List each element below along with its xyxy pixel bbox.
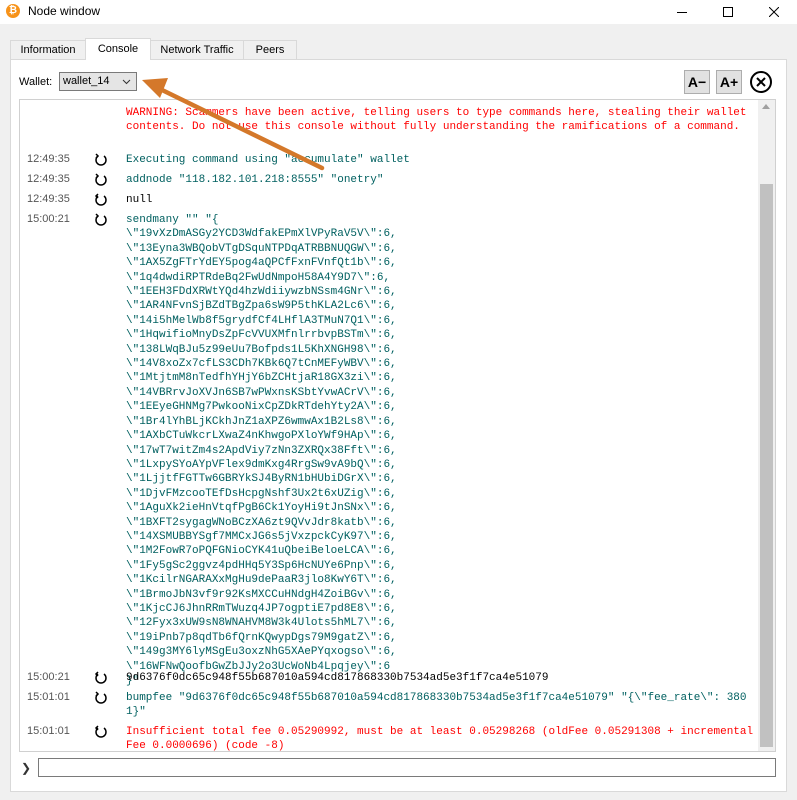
title-bar: ₿ Node window <box>0 0 797 24</box>
console-scrollbar[interactable] <box>758 100 775 751</box>
window-title: Node window <box>28 4 101 18</box>
tab-network-traffic[interactable]: Network Traffic <box>150 40 244 60</box>
entry-timestamp: 12:49:35 <box>27 153 70 165</box>
entry-text: Executing command using "accumulate" wal… <box>126 154 410 166</box>
command-arrow-icon <box>95 213 107 226</box>
font-increase-button[interactable]: A+ <box>716 70 742 94</box>
entry-timestamp: 12:49:35 <box>27 193 70 205</box>
maximize-icon <box>723 7 733 17</box>
wallet-selector[interactable]: wallet_14 <box>59 72 137 91</box>
entry-timestamp: 15:01:01 <box>27 725 70 737</box>
entry-timestamp: 15:01:01 <box>27 691 70 703</box>
console-command-input[interactable] <box>38 758 776 777</box>
reply-arrow-icon <box>94 725 107 738</box>
minimize-button[interactable] <box>659 0 705 24</box>
clear-console-icon <box>750 71 772 93</box>
command-arrow-icon <box>95 173 107 186</box>
wallet-label: Wallet: <box>19 76 53 88</box>
command-arrow-icon <box>95 691 107 704</box>
console-output[interactable]: WARNING: Scammers have been active, tell… <box>19 99 776 752</box>
reply-arrow-icon <box>94 193 107 206</box>
bitcoin-logo-icon: ₿ <box>6 4 20 18</box>
close-icon <box>769 7 779 17</box>
entry-timestamp: 15:00:21 <box>27 671 70 683</box>
console-warning: WARNING: Scammers have been active, tell… <box>126 107 754 134</box>
tab-peers[interactable]: Peers <box>243 40 297 60</box>
entry-text: bumpfee "9d6376f0dc65c948f55b687010a594c… <box>126 692 747 719</box>
entry-text: Insufficient total fee 0.05290992, must … <box>126 726 754 752</box>
scroll-up-icon[interactable] <box>762 104 770 109</box>
tab-information[interactable]: Information <box>10 40 86 60</box>
entry-text: 9d6376f0dc65c948f55b687010a594cd81786833… <box>126 672 549 684</box>
minimize-icon <box>677 12 687 13</box>
font-decrease-button[interactable]: A− <box>684 70 710 94</box>
entry-text: addnode "118.182.101.218:8555" "onetry" <box>126 174 384 186</box>
entry-timestamp: 12:49:35 <box>27 173 70 185</box>
entry-text: sendmany "" "{ \"19vXzDmASGy2YCD3WdfakEP… <box>126 214 397 687</box>
command-arrow-icon <box>95 153 107 166</box>
prompt-area: ❯ <box>19 757 776 779</box>
tab-console[interactable]: Console <box>85 38 151 60</box>
prompt-chevron-icon: ❯ <box>21 761 32 775</box>
wallet-selected-value: wallet_14 <box>63 75 110 87</box>
clear-console-button[interactable] <box>748 69 774 95</box>
close-window-button[interactable] <box>751 0 797 24</box>
scroll-thumb[interactable] <box>760 184 773 747</box>
maximize-button[interactable] <box>705 0 751 24</box>
reply-arrow-icon <box>94 671 107 684</box>
chevron-down-icon <box>122 79 131 85</box>
entry-text: null <box>126 194 153 206</box>
entry-timestamp: 15:00:21 <box>27 213 70 225</box>
